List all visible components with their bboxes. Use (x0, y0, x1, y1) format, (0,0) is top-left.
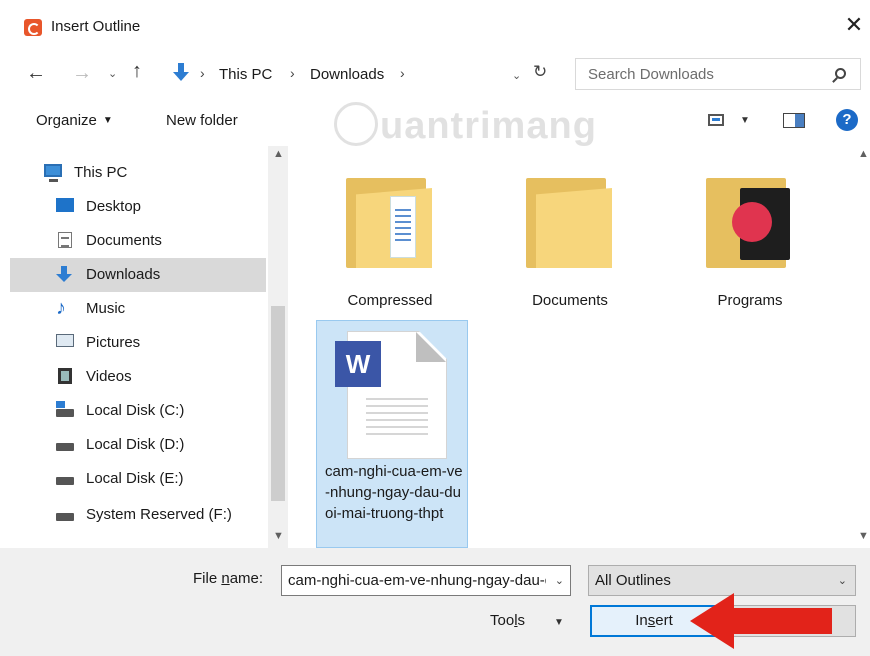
new-folder-button[interactable]: New folder (166, 112, 238, 129)
scroll-down-icon[interactable]: ▼ (858, 530, 869, 542)
sidebar-item-label: Music (86, 300, 126, 317)
folder-programs-icon (706, 178, 792, 268)
breadcrumb-separator[interactable]: › (200, 65, 205, 81)
folder-tile-compressed[interactable]: Compressed (314, 156, 466, 309)
organize-button[interactable]: Organize ▼ (36, 112, 113, 129)
folder-label: Compressed (347, 292, 433, 309)
sidebar-item-music[interactable]: ♪ Music (10, 292, 266, 326)
navigation-pane: This PC Desktop Documents Downloads ♪ Mu… (10, 146, 288, 548)
address-bar[interactable]: › This PC › Downloads › ⌄ ↻ (163, 58, 559, 90)
breadcrumb-separator[interactable]: › (290, 65, 295, 81)
tools-caret-icon[interactable]: ▼ (554, 617, 564, 628)
sidebar-item-label: Local Disk (D:) (86, 436, 185, 453)
file-type-filter[interactable]: All Outlines ⌄ (588, 565, 856, 596)
preview-pane-icon[interactable] (783, 113, 805, 128)
view-options-caret-icon[interactable]: ▼ (740, 115, 750, 126)
watermark-text: uantrimang (380, 105, 597, 147)
pictures-icon (56, 334, 74, 347)
file-type-value: All Outlines (595, 572, 671, 589)
word-badge-icon: W (335, 341, 381, 387)
sidebar-item-desktop[interactable]: Desktop (10, 190, 266, 224)
content-scrollbar[interactable]: ▲ ▼ (854, 146, 870, 548)
videos-icon (58, 368, 72, 384)
title-bar: Insert Outline ✕ (0, 0, 870, 52)
file-tile-selected[interactable]: W cam-nghi-cua-em-ve-nhung-ngay-dau-duoi… (316, 320, 468, 548)
folder-tile-programs[interactable]: Programs (674, 156, 826, 309)
tools-button[interactable]: Tools (490, 612, 525, 629)
folder-label: Documents (532, 292, 608, 309)
dialog-footer: File name: cam-nghi-cua-em-ve-nhung-ngay… (0, 548, 870, 656)
sidebar-item-system-reserved-f[interactable]: System Reserved (F:) (10, 498, 266, 532)
recent-locations-chevron-icon[interactable]: ⌄ (108, 67, 117, 80)
music-icon: ♪ (56, 297, 66, 319)
filter-dropdown-icon[interactable]: ⌄ (838, 574, 847, 587)
scroll-up-icon[interactable]: ▲ (858, 148, 869, 160)
close-button[interactable]: ✕ (844, 14, 864, 36)
downloads-icon (56, 266, 74, 282)
computer-icon (44, 164, 62, 182)
file-list: Compressed Documents Programs W cam-nghi… (296, 146, 870, 548)
file-name-value[interactable]: cam-nghi-cua-em-ve-nhung-ngay-dau-duoi-m… (288, 572, 546, 589)
drive-icon (56, 477, 74, 485)
breadcrumb-separator[interactable]: › (400, 65, 405, 81)
search-placeholder[interactable]: Search Downloads (588, 66, 714, 83)
sidebar-item-this-pc[interactable]: This PC (10, 156, 266, 190)
scroll-down-icon[interactable]: ▼ (273, 530, 284, 542)
folder-icon (526, 178, 612, 268)
file-name-field[interactable]: cam-nghi-cua-em-ve-nhung-ngay-dau-duoi-m… (281, 565, 571, 596)
system-drive-icon (56, 401, 74, 417)
refresh-icon[interactable]: ↻ (533, 62, 547, 82)
sidebar-item-label: System Reserved (F:) (86, 506, 232, 523)
breadcrumb-this-pc[interactable]: This PC (219, 66, 272, 83)
sidebar-item-label: Pictures (86, 334, 141, 351)
sidebar-item-local-disk-d[interactable]: Local Disk (D:) (10, 428, 266, 462)
breadcrumb-downloads[interactable]: Downloads (310, 66, 384, 83)
forward-arrow-icon[interactable]: → (72, 62, 92, 85)
sidebar-item-videos[interactable]: Videos (10, 360, 266, 394)
watermark-bulb-icon (334, 102, 378, 146)
annotation-arrow-icon (690, 593, 836, 649)
search-box[interactable]: Search Downloads (575, 58, 861, 90)
drive-icon (56, 443, 74, 451)
file-name-dropdown-icon[interactable]: ⌄ (555, 574, 564, 587)
search-icon[interactable] (835, 68, 846, 79)
folder-tile-documents[interactable]: Documents (494, 156, 646, 309)
downloads-location-icon (173, 63, 189, 83)
sidebar-item-label: Documents (86, 232, 162, 249)
sidebar-item-local-disk-e[interactable]: Local Disk (E:) (10, 462, 266, 496)
sidebar-item-local-disk-c[interactable]: Local Disk (C:) (10, 394, 266, 428)
up-arrow-icon[interactable]: ↑ (132, 60, 142, 83)
help-icon[interactable]: ? (836, 109, 858, 131)
address-dropdown-icon[interactable]: ⌄ (512, 69, 521, 82)
sidebar-item-documents[interactable]: Documents (10, 224, 266, 258)
sidebar-scrollbar[interactable]: ▲ ▼ (268, 146, 288, 548)
desktop-icon (56, 198, 74, 212)
change-view-icon[interactable] (708, 114, 724, 126)
back-arrow-icon[interactable]: ← (26, 62, 46, 85)
sidebar-item-label: Local Disk (E:) (86, 470, 184, 487)
documents-icon (58, 232, 72, 248)
scroll-up-icon[interactable]: ▲ (273, 148, 284, 160)
folder-compressed-icon (346, 178, 432, 268)
folder-label: Programs (717, 292, 783, 309)
scrollbar-thumb[interactable] (271, 306, 285, 501)
organize-label: Organize (36, 112, 97, 129)
command-bar: Organize ▼ New folder uantrimang ▼ ? (0, 96, 870, 148)
drive-icon (56, 513, 74, 521)
sidebar-item-label: Desktop (86, 198, 142, 215)
caret-down-icon: ▼ (102, 115, 113, 126)
sidebar-item-pictures[interactable]: Pictures (10, 326, 266, 360)
sidebar-item-label: Downloads (86, 266, 161, 283)
sidebar-item-downloads[interactable]: Downloads (10, 258, 266, 292)
file-name-label: File name: (193, 570, 264, 587)
window-title: Insert Outline (51, 18, 141, 35)
sidebar-item-label: Videos (86, 368, 132, 385)
file-label: cam-nghi-cua-em-ve-nhung-ngay-dau-duoi-m… (325, 463, 463, 522)
watermark-logo: uantrimang (334, 102, 597, 148)
sidebar-item-label: This PC (74, 164, 128, 181)
sidebar-item-label: Local Disk (C:) (86, 402, 185, 419)
app-icon (24, 19, 42, 36)
navigation-bar: ← → ⌄ ↑ › This PC › Downloads › ⌄ ↻ Sear… (0, 52, 870, 96)
